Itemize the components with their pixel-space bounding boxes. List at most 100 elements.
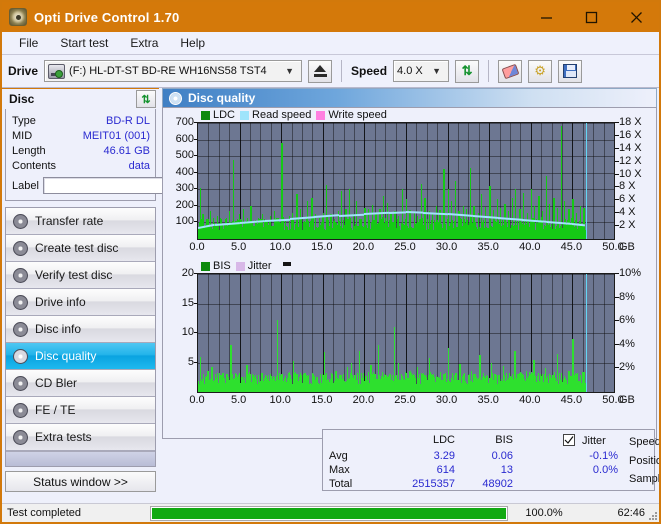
menu-start-test[interactable]: Start test xyxy=(51,33,117,53)
menu-extra[interactable]: Extra xyxy=(121,33,167,53)
drive-select[interactable]: (F:) HL-DT-ST BD-RE WH16NS58 TST4 ▼ xyxy=(44,60,303,82)
chart-bar-peak xyxy=(230,344,232,392)
disc-contents-label: Contents xyxy=(12,159,57,172)
chart-bar-peak xyxy=(326,373,328,392)
sidebar-item-label: Create test disc xyxy=(35,241,119,255)
x-tick: 40.0 xyxy=(519,241,541,253)
sidebar-item-transfer-rate[interactable]: Transfer rate xyxy=(6,208,155,235)
drive-info-icon xyxy=(13,294,28,310)
chart-bar-peak xyxy=(360,219,362,239)
chart-bar-peak xyxy=(525,370,528,392)
y2-tick: 10% xyxy=(619,267,642,279)
chart-bar-peak xyxy=(519,209,521,239)
chart-bar-peak xyxy=(394,210,396,239)
disc-refresh-button[interactable]: ⇅ xyxy=(136,90,156,108)
chart-bar-peak xyxy=(568,371,570,392)
disc-mid-label: MID xyxy=(12,129,33,142)
chart-bar-peak xyxy=(207,371,209,392)
chart-bar-peak xyxy=(443,169,445,239)
stats-max-jitter: 0.0% xyxy=(592,464,618,476)
chart-bar-peak xyxy=(406,199,408,239)
chart-bar-peak xyxy=(390,214,392,239)
resize-grip[interactable] xyxy=(647,510,657,520)
chart-bar-peak xyxy=(455,181,457,239)
chart-bar-peak xyxy=(319,374,321,392)
chart-bar-peak xyxy=(303,222,306,239)
sidebar-item-verify-test-disc[interactable]: Verify test disc xyxy=(6,262,155,289)
maximize-icon[interactable] xyxy=(569,2,614,32)
status-message: Test completed xyxy=(7,507,81,519)
chart-bar-peak xyxy=(564,375,566,392)
chart-bar-peak xyxy=(475,374,477,392)
y-tick: 20 xyxy=(181,267,194,279)
chart-cursor xyxy=(585,274,587,392)
chart-bar-peak xyxy=(486,375,489,392)
minimize-icon[interactable] xyxy=(524,2,569,32)
chart-bar-peak xyxy=(269,373,271,392)
chart-bar-peak xyxy=(238,214,241,239)
sidebar-item-label: FE / TE xyxy=(35,403,76,417)
sidebar-item-drive-info[interactable]: Drive info xyxy=(6,289,155,316)
sidebar-item-cd-bler[interactable]: CD Bler xyxy=(6,370,155,397)
sidebar-item-extra-tests[interactable]: Extra tests xyxy=(6,424,155,451)
extra-tests-icon xyxy=(13,429,28,445)
erase-button[interactable] xyxy=(498,59,523,83)
chart-bar-peak xyxy=(312,372,314,392)
nav-spacer xyxy=(6,451,155,466)
chart-bar-peak xyxy=(462,205,464,239)
sidebar-item-label: Disc info xyxy=(35,322,82,336)
y2-tick: 6 X xyxy=(619,193,636,206)
disc-info-panel: Type BD-R DL MID MEIT01 (001) Length 46.… xyxy=(5,109,244,201)
y2-tick: 6% xyxy=(619,314,635,327)
sidebar-item-create-test-disc[interactable]: Create test disc xyxy=(6,235,155,262)
chart-bar-peak xyxy=(470,167,472,239)
y2-tick: 18 X xyxy=(619,116,642,128)
eject-button[interactable] xyxy=(308,59,333,83)
sidebar-item-disc-info[interactable]: Disc info xyxy=(6,316,155,343)
y2-tick: 14 X xyxy=(619,141,642,154)
stats-total-ldc: 2515357 xyxy=(412,478,455,490)
chart-bar-peak xyxy=(356,200,358,239)
status-window-button[interactable]: Status window >> xyxy=(5,471,156,492)
menu-help[interactable]: Help xyxy=(171,33,214,53)
refresh-button[interactable]: ⇅ xyxy=(455,59,480,83)
chart-bar-peak xyxy=(564,200,566,239)
chart-bis-plot[interactable] xyxy=(197,273,615,393)
chart-bar-peak xyxy=(226,374,228,392)
chart-bar-peak xyxy=(381,371,384,392)
eject-icon xyxy=(314,65,327,72)
close-icon[interactable] xyxy=(614,2,659,32)
tools-button[interactable]: ⚙ xyxy=(528,59,553,83)
title-bar: Opti Drive Control 1.70 xyxy=(2,2,659,32)
sidebar-item-label: CD Bler xyxy=(35,376,78,390)
save-button[interactable] xyxy=(558,59,583,83)
chart-bar-peak xyxy=(214,375,216,392)
speed-stat-label: Speed xyxy=(629,436,661,448)
create-test-disc-icon xyxy=(13,240,28,256)
chart-bar-peak xyxy=(237,375,240,392)
chart-marker-icon xyxy=(282,261,291,266)
sidebar-item-disc-quality[interactable]: Disc quality xyxy=(6,343,155,370)
chart-bar-peak xyxy=(288,371,291,392)
chart-bar-peak xyxy=(281,142,283,239)
legend-swatch-read-speed xyxy=(240,110,250,120)
chart-bar-peak xyxy=(281,374,283,392)
stats-avg-ldc: 3.29 xyxy=(433,450,455,462)
chart-bar-peak xyxy=(299,209,301,239)
chart-bar-peak xyxy=(246,222,248,239)
menu-file[interactable]: File xyxy=(10,33,47,53)
disc-label-row: Label xyxy=(12,176,244,195)
chart-bar-peak xyxy=(284,375,286,392)
chart-ldc-plot[interactable] xyxy=(197,122,615,240)
chart-bar-peak xyxy=(579,205,582,239)
progress-bar-fill xyxy=(152,507,506,519)
x-tick: 35.0 xyxy=(477,394,499,406)
speed-select[interactable]: 4.0 X ▼ xyxy=(393,60,450,82)
sidebar-item-fe-te[interactable]: FE / TE xyxy=(6,397,155,424)
chart-bar-peak xyxy=(199,356,202,392)
progress-percent: 100.0% xyxy=(525,507,563,519)
chart-bis-legend: BIS Jitter xyxy=(163,259,656,273)
jitter-checkbox[interactable] xyxy=(563,434,575,446)
chart-bar-peak xyxy=(428,357,430,392)
legend-ldc: LDC xyxy=(201,109,235,121)
